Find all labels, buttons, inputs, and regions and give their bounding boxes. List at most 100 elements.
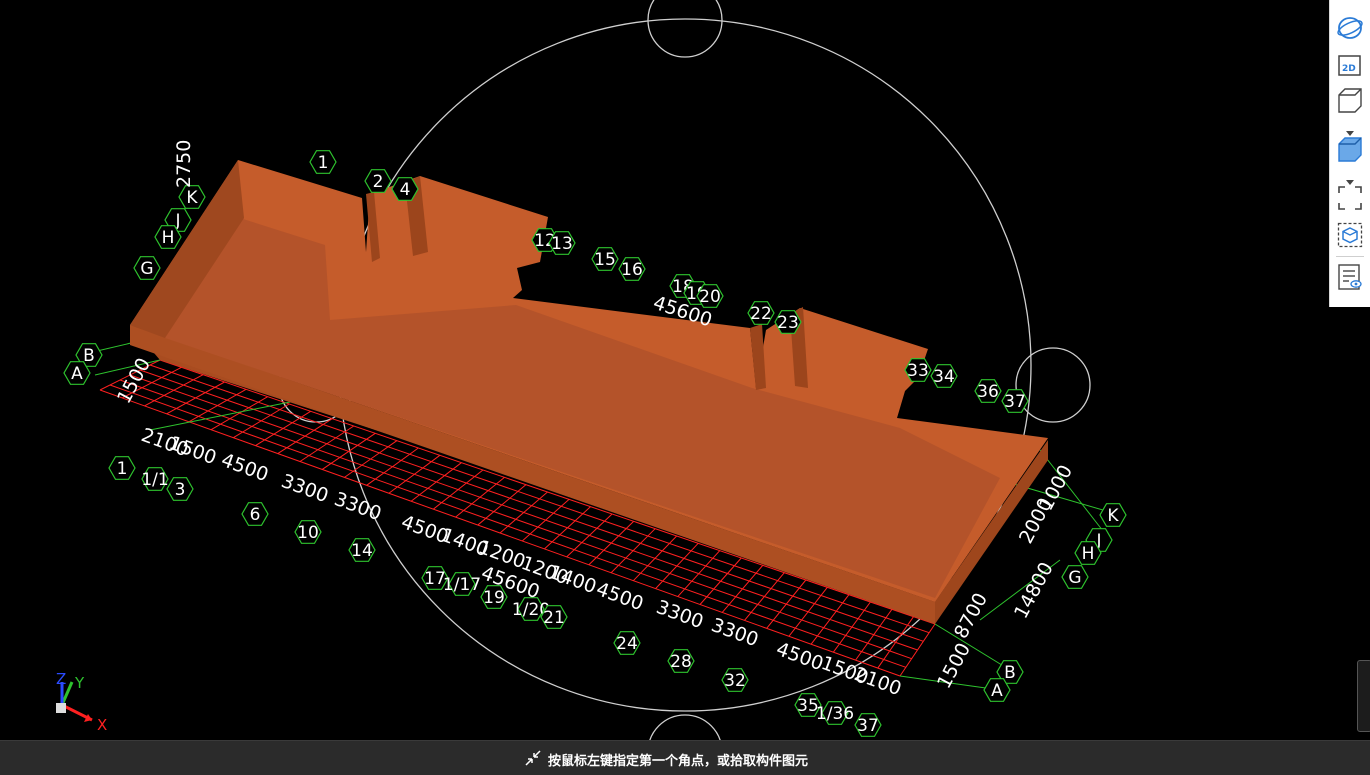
svg-text:4: 4 [400,180,411,200]
axis-bubble-bottom: 28 [667,649,695,673]
axis-bubble-right: A [983,678,1011,702]
dynamic-observe-button[interactable] [1336,14,1364,42]
svg-text:G: G [1068,568,1081,588]
axis-bubble-top: 22 [747,301,775,325]
dimension-label: 2750 [173,140,195,188]
axis-bubble-bottom: 37 [854,713,882,737]
svg-text:22: 22 [750,304,772,324]
svg-text:28: 28 [670,652,692,672]
frame-corners-icon [1338,186,1362,210]
axis-x-label: X [97,716,107,734]
dimension-label: 1400 [546,561,599,598]
axis-bubble-top: 33 [904,358,932,382]
2d-label: 2D [1342,64,1356,74]
dimension-label: 4500 [593,578,646,615]
partial-3d-button[interactable] [1336,221,1364,249]
view-toolbar: 2D [1329,0,1370,307]
axis-bubble-bottom: 1/17 [443,572,481,596]
axis-bubble-top: 13 [548,231,576,255]
level-slider[interactable] [1357,660,1370,732]
svg-text:H: H [1082,544,1095,564]
svg-text:36: 36 [977,382,999,402]
dimension-label: 14800 [1010,559,1058,623]
svg-text:15: 15 [594,250,616,270]
axis-bubble-bottom: 1/36 [816,701,854,725]
svg-text:34: 34 [933,367,955,387]
axis-bubble-right: H [1074,541,1102,565]
svg-text:10: 10 [297,523,319,543]
svg-text:37: 37 [857,716,879,736]
svg-text:1: 1 [117,459,128,479]
svg-text:33: 33 [907,361,929,381]
svg-text:14: 14 [351,541,373,561]
axis-bubble-left: A [63,361,91,385]
orbit-handle-right[interactable] [1015,347,1091,423]
svg-text:24: 24 [616,634,638,654]
3d-solid-dropdown[interactable] [1345,171,1355,185]
box-select-icon [1337,222,1363,248]
svg-text:B: B [1004,663,1016,683]
svg-text:13: 13 [551,234,573,254]
svg-text:16: 16 [621,260,643,280]
svg-text:K: K [186,188,198,208]
3d-viewport[interactable]: 1 2 4 12 13 15 16 18 19 20 22 23 33 34 36 37 1 1/1 3 6 10 14 1… [0,0,1370,775]
status-bar: 按鼠标左键指定第一个角点，或拾取构件图元 [0,740,1370,775]
svg-text:A: A [991,681,1003,701]
axis-bubble-top: 2 [364,169,392,193]
axis-bubble-bottom: 6 [241,502,269,526]
svg-text:A: A [71,364,83,384]
list-eye-icon [1338,264,1362,290]
svg-text:1/1: 1/1 [141,470,168,490]
3d-wireframe-dropdown[interactable] [1345,122,1355,136]
axis-bubble-bottom: 3 [166,477,194,501]
dimension-label: 1500 [933,639,975,692]
axis-bubble-top: 34 [930,364,958,388]
axis-bubble-top: 4 [391,177,419,201]
zoom-extents-button[interactable] [1336,184,1364,212]
svg-text:32: 32 [724,671,746,691]
svg-text:21: 21 [543,608,565,628]
display-settings-button[interactable] [1336,263,1364,291]
axis-bubble-top: 15 [591,247,619,271]
shrink-arrows-icon [525,750,541,766]
orbit-handle-top[interactable] [647,0,723,58]
dimension-label: 3300 [708,614,761,651]
axis-bubble-top: 23 [774,310,802,334]
axis-bubble-bottom: 14 [348,538,376,562]
2d-icon: 2D [1338,55,1361,76]
svg-text:37: 37 [1004,392,1026,412]
axis-y-label: Y [74,674,85,692]
svg-text:1/36: 1/36 [816,704,854,724]
axis-bubble-bottom: 21 [540,605,568,629]
3d-solid-button[interactable] [1336,135,1364,163]
axis-bubble-top: 1 [309,150,337,174]
axis-bubble-right: K [1099,503,1127,527]
axis-triad: X Y Z [56,670,107,734]
cube-solid-icon [1338,137,1362,162]
orbit-icon [1337,17,1363,39]
dimension-label: 4500 [218,449,271,486]
2d-view-button[interactable]: 2D [1336,51,1364,79]
building-model[interactable] [130,160,1048,624]
axis-bubble-left: G [133,256,161,280]
axis-bubble-top: 36 [974,379,1002,403]
dimension-label: 2100 [851,663,904,700]
orbit-handle-bottom[interactable] [647,714,723,775]
dimension-label: 3300 [278,470,331,507]
axis-bubble-top: 37 [1001,389,1029,413]
axis-bubble-bottom: 10 [294,520,322,544]
3d-wireframe-button[interactable] [1336,86,1364,114]
svg-text:20: 20 [699,287,721,307]
dimension-label: 1500 [166,432,219,469]
axis-bubble-right: G [1061,565,1089,589]
svg-text:2: 2 [373,172,384,192]
svg-text:23: 23 [777,313,799,333]
axis-bubble-bottom: 1/1 [141,467,169,491]
dimension-label: 3300 [653,596,706,633]
axis-bubble-top: 16 [618,257,646,281]
svg-text:6: 6 [250,505,261,525]
axis-bubble-top: 20 [696,284,724,308]
axis-z-label: Z [56,670,66,688]
svg-text:1/17: 1/17 [443,575,481,595]
cube-outline-icon [1338,88,1362,113]
